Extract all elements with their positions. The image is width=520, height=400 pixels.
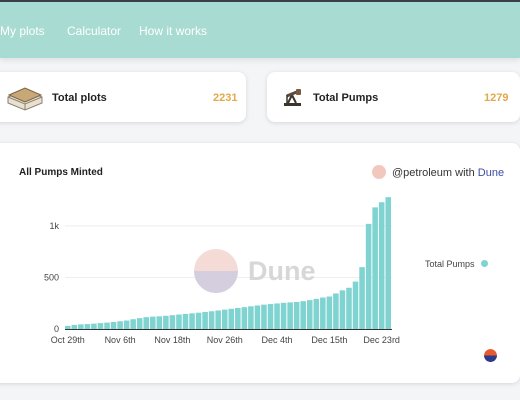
credit-prefix: @petroleum with [392,167,475,179]
bar[interactable] [84,324,91,329]
x-tick-label: Oct 29th [51,335,85,345]
bar[interactable] [182,313,189,329]
bar[interactable] [385,197,391,329]
bar[interactable] [78,324,84,329]
soil-plot-icon [7,87,43,111]
bar[interactable] [221,309,228,329]
x-tick-label: Nov 26th [207,335,243,345]
bar[interactable] [130,319,136,329]
bar[interactable] [346,287,352,329]
oil-pump-icon [284,89,301,106]
total-pumps-value: 1279 [484,92,509,104]
bar[interactable] [280,302,287,329]
nav-calculator[interactable]: Calculator [67,24,121,38]
bar[interactable] [189,313,195,329]
pumps-bar-chart: Dune 0 500 1k Oct 29th Nov 6th Nov 18th Nov 26… [44,197,400,345]
bar[interactable] [176,314,182,329]
x-tick-label: Dec 4th [262,335,293,345]
dune-watermark: Dune [194,249,316,293]
bar[interactable] [169,315,176,329]
bar[interactable] [306,300,313,329]
bar[interactable] [274,303,280,329]
bar[interactable] [156,316,163,329]
bar[interactable] [202,311,208,329]
bar[interactable] [136,318,143,329]
bar[interactable] [110,321,117,329]
bar[interactable] [365,223,372,329]
bar[interactable] [352,281,359,329]
chart-title: All Pumps Minted [19,167,103,178]
y-tick-label: 500 [44,272,59,282]
bar[interactable] [293,301,300,329]
bar[interactable] [333,293,339,329]
x-tick-label: Dec 15th [311,335,347,345]
bar[interactable] [267,304,274,329]
bar[interactable] [339,290,346,329]
total-pumps-label: Total Pumps [313,92,379,104]
bar[interactable] [91,323,97,329]
bar[interactable] [300,301,306,329]
bar[interactable] [261,304,267,329]
dune-logo-icon[interactable] [484,349,497,362]
dune-link[interactable]: Dune [478,167,504,179]
bar[interactable] [241,307,248,329]
bar[interactable] [359,267,365,329]
bar[interactable] [254,305,261,330]
bar[interactable] [65,325,71,329]
nav-how-it-works[interactable]: How it works [139,24,207,38]
bar[interactable] [104,322,110,329]
legend-swatch [481,260,488,267]
bar[interactable] [163,315,169,329]
bar[interactable] [97,323,104,329]
bar[interactable] [235,307,241,329]
top-nav-bar: My plots Calculator How it works [0,0,520,58]
bar[interactable] [208,311,215,329]
bar[interactable] [248,306,254,329]
chart-credit: @petroleum with Dune [392,167,504,179]
bar[interactable] [71,324,78,329]
bar[interactable] [150,316,156,329]
bar[interactable] [215,310,221,329]
bar[interactable] [228,308,235,329]
bar[interactable] [123,320,130,329]
legend-label: Total Pumps [425,259,475,269]
x-tick-label: Dec 23rd [363,335,400,345]
x-tick-label: Nov 18th [154,335,190,345]
bar[interactable] [313,298,320,329]
bar[interactable] [117,321,123,329]
total-plots-value: 2231 [213,92,238,104]
bar[interactable] [287,302,293,329]
y-tick-label: 1k [49,221,59,231]
petroleum-avatar [372,165,386,179]
watermark-text: Dune [248,256,316,286]
x-tick-label: Nov 6th [105,335,136,345]
total-plots-label: Total plots [52,92,107,104]
y-tick-label: 0 [54,324,59,334]
bar[interactable] [143,317,150,329]
nav-my-plots[interactable]: My plots [0,24,45,38]
bar[interactable] [378,202,385,329]
total-pumps-card [267,72,520,122]
bar[interactable] [372,207,378,329]
bar[interactable] [195,312,202,329]
bar[interactable] [326,296,333,329]
bar[interactable] [320,297,326,329]
